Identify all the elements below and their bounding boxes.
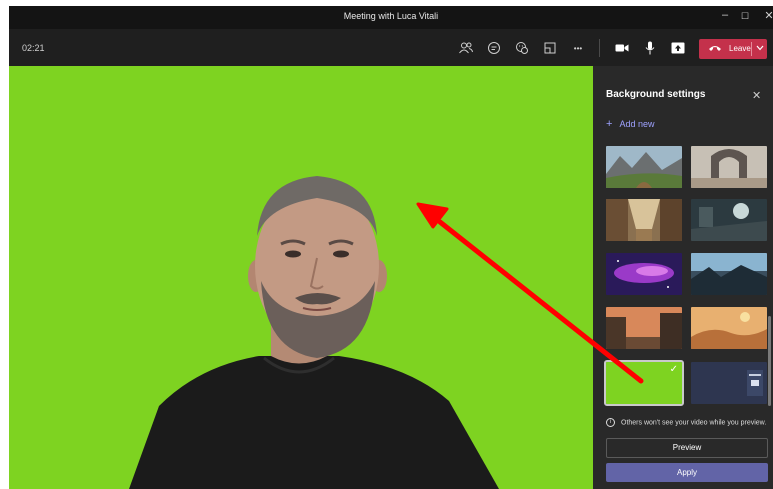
window-title: Meeting with Luca Vitali (343, 11, 439, 21)
minimize-icon[interactable]: – (717, 9, 733, 21)
add-new-label: Add new (619, 119, 655, 129)
checkmark-icon: ✓ (669, 364, 678, 375)
background-thumbnail-desert-landscape[interactable] (691, 307, 767, 349)
leave-button[interactable]: Leave (699, 39, 767, 59)
background-thumbnail-alien-planet[interactable] (691, 253, 767, 295)
teams-meeting-window: Meeting with Luca Vitali – ☐ ✕ 02:21 ••• (9, 6, 773, 489)
close-panel-icon[interactable]: ✕ (752, 89, 761, 102)
info-icon: i (606, 418, 615, 427)
preview-info-note: i Others won't see your video while you p… (606, 418, 766, 427)
panel-title: Background settings (606, 89, 706, 100)
chat-icon[interactable] (485, 39, 503, 57)
background-thumbnail-stone-arch[interactable] (691, 146, 767, 188)
background-thumbnail-scifi-ship[interactable] (691, 199, 767, 241)
meeting-toolbar: 02:21 ••• Leave (9, 29, 773, 66)
panel-scrollbar[interactable] (768, 146, 771, 416)
chevron-down-icon[interactable] (756, 44, 764, 53)
apply-button[interactable]: Apply (606, 463, 768, 482)
background-settings-panel: Background settings ✕ + Add new ✓ i Othe… (593, 66, 773, 489)
close-icon[interactable]: ✕ (761, 9, 773, 22)
participants-icon[interactable] (457, 39, 475, 57)
leave-divider (751, 42, 752, 56)
camera-icon[interactable] (613, 39, 631, 57)
background-thumbnail-green-solid[interactable]: ✓ (604, 360, 684, 406)
title-bar: Meeting with Luca Vitali – ☐ ✕ (9, 6, 773, 29)
maximize-icon[interactable]: ☐ (737, 11, 753, 22)
add-new-button[interactable]: + Add new (606, 118, 654, 130)
microphone-icon[interactable] (641, 39, 659, 57)
meeting-timer: 02:21 (22, 43, 45, 53)
video-stage (9, 66, 593, 489)
participant-video (9, 66, 593, 489)
toolbar-divider (599, 39, 600, 57)
reactions-icon[interactable] (513, 39, 531, 57)
rooms-icon[interactable] (541, 39, 559, 57)
share-icon[interactable] (669, 39, 687, 57)
background-thumbnail-fantasy-street[interactable] (606, 199, 682, 241)
background-thumbnail-calendar-poster[interactable] (691, 362, 767, 404)
preview-info-text: Others won't see your video while you pr… (621, 419, 767, 427)
preview-button[interactable]: Preview (606, 438, 768, 458)
phone-hangup-icon (708, 44, 722, 54)
background-thumbnail-purple-nebula[interactable] (606, 253, 682, 295)
background-thumbnail-mountain-valley[interactable] (606, 146, 682, 188)
more-icon[interactable]: ••• (569, 39, 587, 57)
leave-label: Leave (729, 44, 751, 53)
plus-icon: + (606, 118, 613, 130)
scrollbar-thumb[interactable] (768, 316, 771, 406)
background-thumbnail-town-sunset[interactable] (606, 307, 682, 349)
